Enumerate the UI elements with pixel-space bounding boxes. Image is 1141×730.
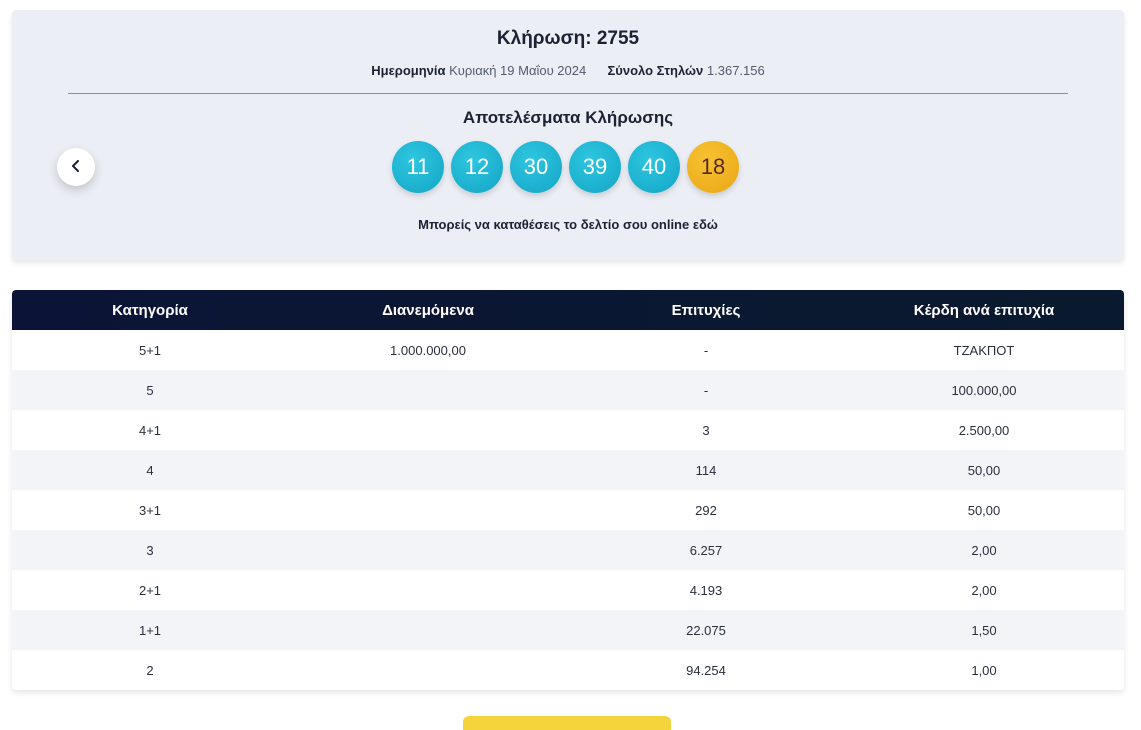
divider (68, 93, 1068, 94)
cell-winners: 22.075 (686, 622, 726, 638)
number-ball: 40 (628, 141, 680, 193)
draw-card: Κλήρωση: 2755 Ημερομηνία Κυριακή 19 Μαΐο… (12, 10, 1124, 260)
cell-winners: 114 (695, 462, 717, 478)
table-row: 3 6.257 2,00 (12, 530, 1124, 570)
draw-meta: Ημερομηνία Κυριακή 19 Μαΐου 2024 Σύνολο … (12, 63, 1124, 78)
winning-numbers: 11 12 30 39 40 18 (392, 141, 739, 193)
table-row: 5 - 100.000,00 (12, 370, 1124, 410)
table-row: 2 94.254 1,00 (12, 650, 1124, 690)
cell-category: 4 (146, 462, 154, 478)
cell-winners: - (703, 382, 709, 398)
header-prize-per-winner: Κέρδη ανά επιτυχία (913, 301, 1055, 319)
number-ball: 12 (451, 141, 503, 193)
cell-distributed (288, 370, 568, 410)
cell-prize: 50,00 (967, 502, 1001, 518)
date-label: Ημερομηνία (371, 63, 446, 78)
cell-distributed: 1.000.000,00 (390, 342, 466, 358)
bonus-ball: 18 (687, 141, 739, 193)
number-ball: 11 (392, 141, 444, 193)
cell-winners: 4.193 (689, 582, 723, 598)
cell-category: 3+1 (138, 502, 162, 518)
table-row: 3+1 292 50,00 (12, 490, 1124, 530)
cell-category: 4+1 (138, 422, 162, 438)
cell-prize: 1,00 (971, 662, 997, 678)
cell-distributed (288, 410, 568, 450)
chevron-left-icon (71, 159, 81, 175)
cell-category: 2+1 (138, 582, 162, 598)
draw-title: Κλήρωση: 2755 (496, 28, 640, 49)
online-play-link[interactable]: Μπορείς να καταθέσεις το δελτίο σου onli… (12, 217, 1124, 232)
cell-winners: 3 (702, 422, 710, 438)
columns-value: 1.367.156 (706, 63, 765, 78)
cell-distributed (288, 450, 568, 490)
table-header-row: Κατηγορία Διανεμόμενα Επιτυχίες Κέρδη αν… (12, 290, 1124, 330)
cell-distributed (288, 490, 568, 530)
header-winners: Επιτυχίες (671, 301, 741, 319)
header-category: Κατηγορία (112, 301, 188, 319)
number-ball: 39 (569, 141, 621, 193)
cell-category: 1+1 (138, 622, 162, 638)
bottom-action-button[interactable] (463, 716, 671, 730)
cell-category: 5+1 (138, 342, 162, 358)
cell-category: 3 (146, 542, 154, 558)
columns-label: Σύνολο Στηλών (607, 63, 704, 78)
cell-prize: 50,00 (967, 462, 1001, 478)
table-row: 2+1 4.193 2,00 (12, 570, 1124, 610)
cell-winners: 94.254 (686, 662, 726, 678)
prize-table: Κατηγορία Διανεμόμενα Επιτυχίες Κέρδη αν… (12, 290, 1124, 690)
cell-prize: 100.000,00 (951, 382, 1017, 398)
date-value: Κυριακή 19 Μαΐου 2024 (449, 63, 587, 78)
cell-distributed (288, 610, 568, 650)
cell-distributed (288, 570, 568, 610)
results-title: Αποτελέσματα Κλήρωσης (462, 108, 674, 127)
cell-distributed (288, 650, 568, 690)
cell-prize: 1,50 (971, 622, 997, 638)
table-row: 4 114 50,00 (12, 450, 1124, 490)
cell-category: 2 (146, 662, 154, 678)
previous-draw-button[interactable] (57, 148, 95, 186)
cell-prize: ΤΖΑΚΠΟΤ (953, 342, 1015, 358)
cell-category: 5 (146, 382, 154, 398)
cell-prize: 2.500,00 (958, 422, 1010, 438)
cell-winners: 6.257 (689, 542, 723, 558)
cell-prize: 2,00 (971, 582, 997, 598)
header-distributed: Διανεμόμενα (382, 301, 474, 319)
number-ball: 30 (510, 141, 562, 193)
table-row: 4+1 3 2.500,00 (12, 410, 1124, 450)
cell-winners: 292 (695, 502, 717, 518)
table-row: 1+1 22.075 1,50 (12, 610, 1124, 650)
cell-distributed (288, 530, 568, 570)
cell-winners: - (703, 342, 709, 358)
table-row: 5+1 1.000.000,00 - ΤΖΑΚΠΟΤ (12, 330, 1124, 370)
cell-prize: 2,00 (971, 542, 997, 558)
